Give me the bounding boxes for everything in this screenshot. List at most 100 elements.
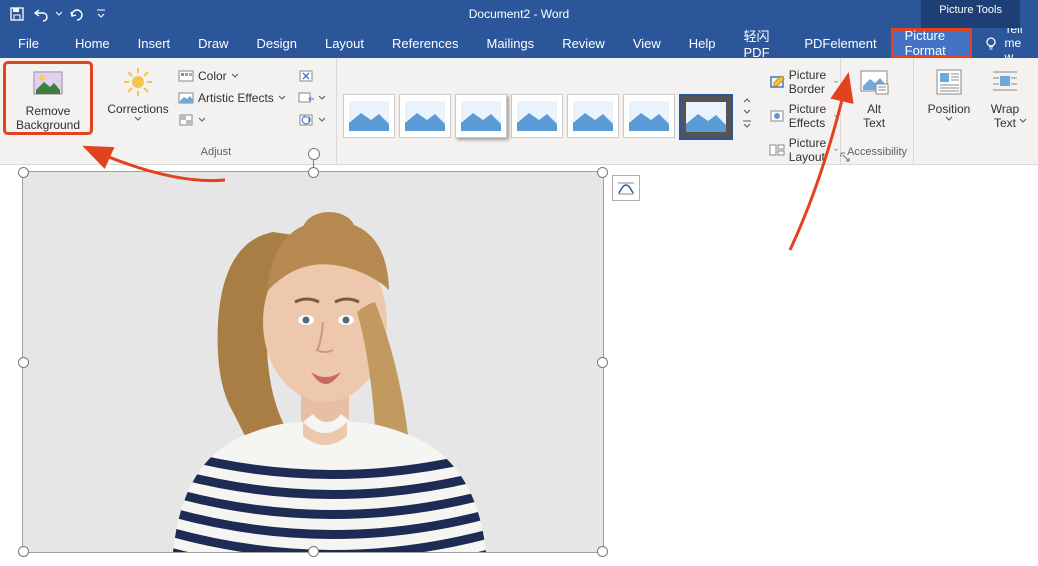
chevron-down-icon — [198, 117, 206, 123]
style-thumb-6[interactable] — [623, 94, 675, 138]
gallery-up-button[interactable] — [739, 94, 755, 106]
tab-design[interactable]: Design — [243, 28, 311, 58]
chevron-down-icon — [318, 117, 326, 123]
resize-handle-mr[interactable] — [597, 357, 608, 368]
effects-label: Picture Effects — [789, 102, 830, 130]
undo-button[interactable] — [30, 3, 52, 25]
corrections-label: Corrections — [107, 102, 168, 116]
wrap-text-l2: Text — [994, 116, 1016, 130]
resize-handle-br[interactable] — [597, 546, 608, 557]
resize-handle-tr[interactable] — [597, 167, 608, 178]
tab-help[interactable]: Help — [675, 28, 730, 58]
reset-picture-button[interactable] — [294, 110, 330, 130]
group-accessibility-label: Accessibility — [847, 146, 907, 164]
layout-label: Picture Layout — [789, 136, 830, 164]
gallery-more-button[interactable] — [739, 118, 755, 130]
tab-view[interactable]: View — [619, 28, 675, 58]
redo-button[interactable] — [66, 3, 88, 25]
style-thumb-7[interactable] — [679, 94, 733, 140]
color-label: Color — [198, 69, 227, 83]
chevron-down-icon — [1019, 118, 1027, 124]
lightbulb-icon — [983, 35, 999, 51]
undo-icon — [33, 6, 49, 22]
change-picture-button[interactable] — [294, 88, 330, 108]
artistic-effects-icon — [178, 90, 194, 106]
ribbon: Remove Background Corrections Color — [0, 58, 1038, 165]
picture-styles-gallery[interactable] — [343, 88, 755, 140]
chevron-down-icon — [742, 107, 752, 117]
styles-dialog-launcher[interactable] — [840, 151, 850, 161]
chevron-down-icon — [318, 95, 326, 101]
resize-handle-tl[interactable] — [18, 167, 29, 178]
color-button[interactable]: Color — [174, 66, 290, 86]
wrap-text-icon — [989, 66, 1021, 98]
style-thumb-5[interactable] — [567, 94, 619, 138]
tab-insert[interactable]: Insert — [124, 28, 185, 58]
chevron-down-icon — [278, 95, 286, 101]
wrap-text-button[interactable]: Wrap Text — [978, 62, 1032, 136]
layout-options-button[interactable] — [612, 175, 640, 201]
border-icon — [769, 74, 785, 90]
remove-background-button[interactable]: Remove Background — [6, 64, 90, 132]
style-thumb-3[interactable] — [455, 94, 507, 138]
resize-handle-bm[interactable] — [308, 546, 319, 557]
tab-mailings[interactable]: Mailings — [473, 28, 549, 58]
transparency-icon — [178, 112, 194, 128]
resize-handle-ml[interactable] — [18, 357, 29, 368]
dialog-launcher-icon — [840, 152, 850, 162]
alt-text-button[interactable]: Alt Text — [847, 62, 901, 130]
portrait-image — [23, 172, 603, 552]
undo-more-button[interactable] — [54, 3, 64, 25]
selected-picture[interactable] — [22, 171, 604, 553]
artistic-label: Artistic Effects — [198, 91, 274, 105]
tab-draw[interactable]: Draw — [184, 28, 242, 58]
save-button[interactable] — [6, 3, 28, 25]
gallery-down-button[interactable] — [739, 106, 755, 118]
document-area[interactable] — [0, 165, 1038, 566]
tell-me-search[interactable]: Tell me w — [973, 28, 1038, 58]
resize-handle-bl[interactable] — [18, 546, 29, 557]
title-bar: Document2 - Word Picture Tools — [0, 0, 1038, 28]
color-palette-icon — [178, 68, 194, 84]
transparency-button[interactable] — [174, 110, 290, 130]
chevron-down-icon — [56, 11, 62, 17]
contextual-tools-tab: Picture Tools — [921, 0, 1020, 28]
tab-pdfelement[interactable]: PDFelement — [790, 28, 890, 58]
layout-icon — [769, 142, 785, 158]
picture-layout-button[interactable]: Picture Layout — [765, 134, 842, 166]
tab-file[interactable]: File — [0, 28, 61, 58]
tab-references[interactable]: References — [378, 28, 472, 58]
wrap-text-l1: Wrap — [991, 102, 1019, 116]
style-thumb-2[interactable] — [399, 94, 451, 138]
chevron-down-icon — [834, 147, 838, 153]
rotate-handle[interactable] — [308, 148, 320, 160]
tab-layout[interactable]: Layout — [311, 28, 378, 58]
redo-icon — [69, 6, 85, 22]
chevron-down-icon — [834, 113, 838, 119]
chevron-down-icon — [945, 116, 953, 122]
compress-pictures-button[interactable] — [294, 66, 330, 86]
save-icon — [9, 6, 25, 22]
tab-home[interactable]: Home — [61, 28, 124, 58]
layout-options-icon — [617, 180, 635, 196]
alt-text-l2: Text — [863, 116, 885, 130]
customize-qat-button[interactable] — [90, 3, 112, 25]
more-icon — [742, 119, 752, 129]
style-thumb-1[interactable] — [343, 94, 395, 138]
tab-review[interactable]: Review — [548, 28, 619, 58]
picture-effects-button[interactable]: Picture Effects — [765, 100, 842, 132]
artistic-effects-button[interactable]: Artistic Effects — [174, 88, 290, 108]
tab-lightpdf[interactable]: 轻闪PDF — [730, 28, 791, 58]
chevron-up-icon — [742, 95, 752, 105]
resize-handle-tm[interactable] — [308, 167, 319, 178]
document-title: Document2 - Word — [0, 7, 1038, 21]
chevron-down-icon — [134, 116, 142, 122]
corrections-button[interactable]: Corrections — [102, 62, 174, 122]
effects-icon — [769, 108, 785, 124]
tab-picture-format[interactable]: Picture Format — [891, 28, 973, 58]
position-button[interactable]: Position — [920, 62, 978, 122]
style-thumb-4[interactable] — [511, 94, 563, 138]
ribbon-tabs: File Home Insert Draw Design Layout Refe… — [0, 28, 1038, 58]
picture-border-button[interactable]: Picture Border — [765, 66, 842, 98]
position-label: Position — [928, 102, 971, 116]
